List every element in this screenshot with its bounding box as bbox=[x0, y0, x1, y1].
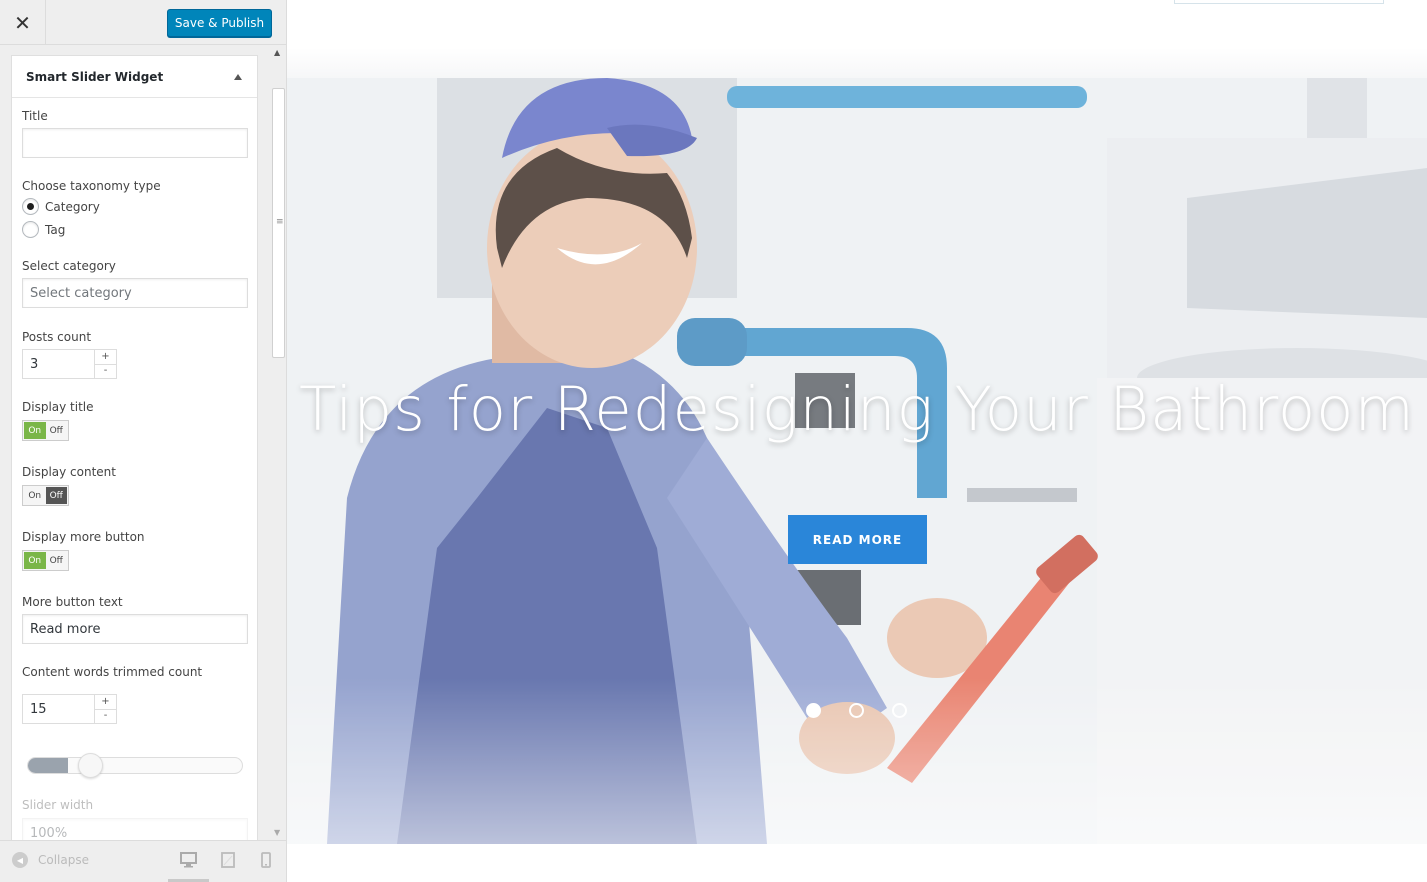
caret-up-icon[interactable] bbox=[234, 74, 242, 80]
scroll-up-icon[interactable]: ▲ bbox=[274, 48, 280, 57]
trim-count-label: Content words trimmed count bbox=[22, 665, 203, 679]
scroll-thumb[interactable]: ≡ bbox=[272, 88, 285, 358]
trim-count-input[interactable]: 15 + - bbox=[22, 694, 117, 724]
toggle-off[interactable]: Off bbox=[46, 552, 68, 569]
slider-hero: Tips for Redesigning Your Bathroom READ … bbox=[287, 78, 1427, 844]
trim-count-value: 15 bbox=[30, 701, 47, 717]
close-button[interactable]: ✕ bbox=[0, 0, 46, 45]
save-publish-button[interactable]: Save & Publish bbox=[167, 9, 272, 37]
scroll-down-icon[interactable]: ▼ bbox=[274, 828, 280, 837]
widget-panel: Smart Slider Widget Title Choose taxonom… bbox=[11, 55, 258, 845]
display-content-toggle[interactable]: On Off bbox=[22, 485, 69, 506]
title-input[interactable] bbox=[22, 128, 248, 158]
grip-icon: ≡ bbox=[276, 217, 284, 227]
close-icon: ✕ bbox=[14, 10, 31, 35]
radio-category[interactable]: Category bbox=[22, 198, 100, 215]
display-more-label: Display more button bbox=[22, 530, 145, 544]
desktop-icon[interactable] bbox=[180, 852, 197, 872]
collapse-icon: ◀ bbox=[12, 852, 28, 868]
slider-fill bbox=[28, 758, 68, 773]
radio-tag-label: Tag bbox=[45, 222, 66, 237]
display-content-label: Display content bbox=[22, 465, 116, 479]
radio-checked-icon[interactable] bbox=[22, 198, 39, 215]
more-text-input[interactable]: Read more bbox=[22, 614, 248, 644]
slider-pagination bbox=[806, 703, 935, 718]
tablet-icon[interactable] bbox=[221, 852, 235, 872]
widget-panel-header[interactable]: Smart Slider Widget bbox=[12, 56, 257, 98]
customizer-footer: ◀ Collapse bbox=[0, 840, 286, 882]
toggle-on[interactable]: On bbox=[24, 422, 46, 439]
trim-count-slider[interactable] bbox=[27, 753, 243, 778]
decrement-button[interactable]: - bbox=[95, 365, 116, 379]
widget-title: Smart Slider Widget bbox=[26, 69, 164, 84]
mobile-icon[interactable] bbox=[261, 852, 271, 872]
toggle-off[interactable]: Off bbox=[46, 422, 68, 439]
slide-dot-3[interactable] bbox=[892, 703, 907, 718]
display-title-toggle[interactable]: On Off bbox=[22, 420, 69, 441]
read-more-button[interactable]: READ MORE bbox=[788, 515, 927, 564]
posts-count-value: 3 bbox=[30, 356, 39, 372]
customizer-header: ✕ Save & Publish bbox=[0, 0, 286, 45]
category-placeholder: Select category bbox=[30, 285, 132, 301]
slide-dot-1[interactable] bbox=[806, 703, 821, 718]
radio-unchecked-icon[interactable] bbox=[22, 221, 39, 238]
decrement-button[interactable]: - bbox=[95, 710, 116, 724]
display-more-toggle[interactable]: On Off bbox=[22, 550, 69, 571]
increment-button[interactable]: + bbox=[95, 695, 116, 710]
site-header-divider bbox=[287, 48, 1427, 78]
trim-count-stepper[interactable]: + - bbox=[94, 695, 116, 723]
toggle-on[interactable]: On bbox=[24, 487, 46, 504]
title-label: Title bbox=[22, 109, 48, 123]
hero-overlay bbox=[287, 78, 1427, 844]
posts-count-label: Posts count bbox=[22, 330, 92, 344]
slide-title: Tips for Redesigning Your Bathroom bbox=[299, 374, 1415, 445]
category-label: Select category bbox=[22, 259, 116, 273]
site-preview: Tips for Redesigning Your Bathroom READ … bbox=[287, 0, 1427, 882]
taxonomy-label: Choose taxonomy type bbox=[22, 179, 161, 193]
category-select[interactable]: Select category bbox=[22, 278, 248, 308]
header-search-box[interactable] bbox=[1174, 0, 1384, 4]
sidebar-scrollbar[interactable]: ▲ ≡ ▼ bbox=[270, 45, 286, 840]
posts-count-stepper[interactable]: + - bbox=[94, 350, 116, 378]
increment-button[interactable]: + bbox=[95, 350, 116, 365]
slide-dot-2[interactable] bbox=[849, 703, 864, 718]
slider-width-label: Slider width bbox=[22, 798, 94, 812]
radio-tag[interactable]: Tag bbox=[22, 221, 65, 238]
slider-handle[interactable] bbox=[78, 753, 103, 778]
more-text-label: More button text bbox=[22, 595, 123, 609]
customizer-sidebar: ✕ Save & Publish Smart Slider Widget Tit… bbox=[0, 0, 287, 882]
posts-count-input[interactable]: 3 + - bbox=[22, 349, 117, 379]
collapse-label: Collapse bbox=[38, 853, 89, 867]
display-title-label: Display title bbox=[22, 400, 94, 414]
collapse-button[interactable]: ◀ Collapse bbox=[12, 852, 89, 868]
toggle-off[interactable]: Off bbox=[45, 487, 67, 504]
radio-category-label: Category bbox=[45, 199, 100, 214]
toggle-on[interactable]: On bbox=[24, 552, 46, 569]
